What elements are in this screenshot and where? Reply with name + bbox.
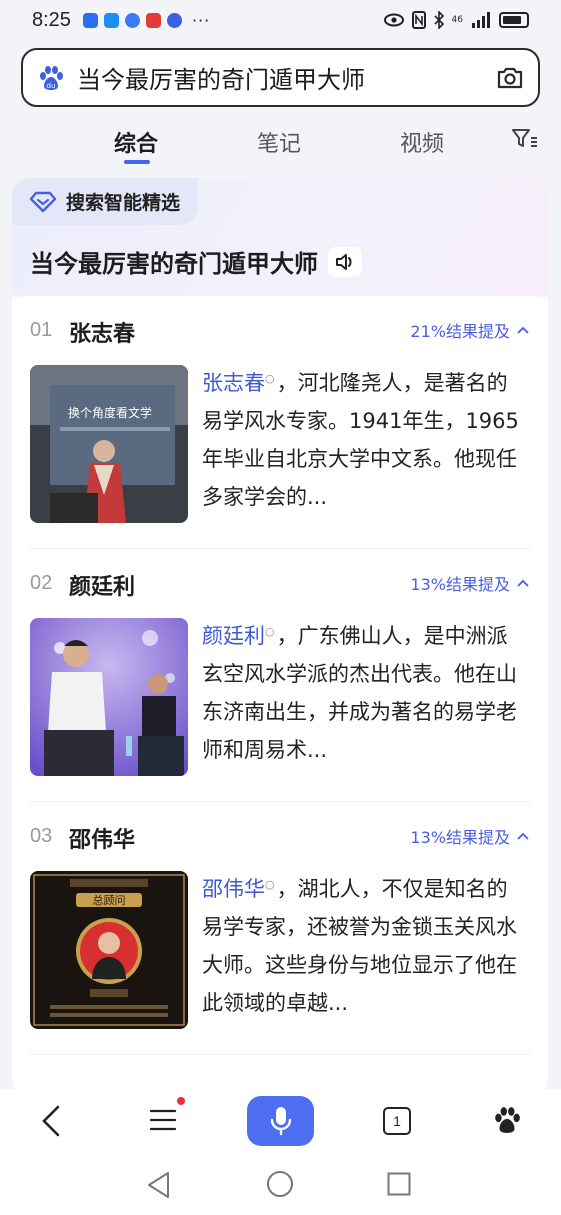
result-name[interactable]: 张志春	[69, 316, 135, 348]
entity-link[interactable]: 张志春	[202, 371, 265, 395]
search-box[interactable]: du 当今最厉害的奇门遁甲大师	[21, 48, 540, 107]
speaker-button[interactable]	[328, 246, 362, 277]
status-bar: 8:25 ··· 46	[0, 0, 561, 40]
mention-label: 13%结果提及	[410, 575, 510, 594]
bluetooth-icon	[433, 11, 444, 29]
card-title-text: 当今最厉害的奇门遁甲大师	[30, 250, 318, 278]
signal-icon	[472, 12, 490, 28]
network-type-label: 46	[451, 14, 463, 25]
battery-icon	[499, 12, 529, 28]
mention-toggle[interactable]: 21%结果提及	[410, 318, 530, 342]
nfc-icon	[411, 11, 426, 29]
app-notification-icon	[166, 12, 182, 28]
baidu-paw-icon[interactable]	[492, 1105, 522, 1135]
filter-icon[interactable]	[512, 128, 538, 150]
status-time: 8:25	[32, 8, 71, 31]
active-tab-indicator	[124, 160, 150, 164]
result-rank: 02	[30, 572, 53, 594]
tabs-count-button[interactable]: 1	[383, 1107, 411, 1135]
thumb-caption: 换个角度看文学	[68, 405, 152, 420]
app-notification-icon	[103, 12, 119, 28]
tab-notes[interactable]: 笔记	[257, 126, 301, 158]
result-header: 01 张志春 21%结果提及	[30, 316, 530, 348]
svg-text:du: du	[47, 82, 56, 90]
tab-videos[interactable]: 视频	[400, 126, 444, 158]
ai-badge: 搜索智能精选	[12, 178, 199, 225]
lecture-photo: 换个角度看文学	[30, 365, 188, 523]
divider	[30, 1054, 530, 1055]
menu-icon[interactable]	[150, 1109, 176, 1131]
chevron-up-icon	[517, 832, 529, 840]
app-notification-icon	[124, 12, 140, 28]
app-notification-icon	[82, 12, 98, 28]
microphone-icon	[270, 1107, 291, 1136]
entity-link[interactable]: 邵伟华	[202, 877, 265, 901]
card-title: 当今最厉害的奇门遁甲大师	[30, 244, 362, 279]
baidu-paw-icon: du	[40, 65, 63, 90]
result-rank: 01	[30, 319, 53, 341]
back-arrow-icon[interactable]	[40, 1105, 64, 1137]
search-small-icon[interactable]: ○	[265, 372, 275, 385]
notification-dot	[177, 1097, 185, 1105]
bottom-toolbar: 1	[0, 1089, 561, 1151]
search-small-icon[interactable]: ○	[265, 878, 275, 891]
results-panel: 01 张志春 21%结果提及 换个角度看文学 张志春○，河北隆尧人，是著名的易学…	[12, 296, 548, 1098]
mention-toggle[interactable]: 13%结果提及	[410, 571, 530, 595]
invitation-poster: 总顾问	[30, 871, 188, 1029]
ai-badge-label: 搜索智能精选	[66, 192, 181, 214]
system-nav-bar	[0, 1151, 561, 1215]
nav-back-icon[interactable]	[146, 1171, 172, 1199]
result-header: 02 颜廷利 13%结果提及	[30, 569, 530, 601]
mention-label: 13%结果提及	[410, 828, 510, 847]
tab-all[interactable]: 综合	[114, 126, 158, 158]
search-tabs: 综合 笔记 视频	[0, 118, 561, 168]
voice-search-button[interactable]	[247, 1096, 314, 1146]
result-item[interactable]: 03 邵伟华 13%结果提及 总顾问 邵伟华○，湖北人，不仅是知名的易学专家，还…	[30, 802, 530, 1055]
more-notifications-icon: ···	[191, 10, 211, 30]
speaker-icon	[336, 253, 352, 270]
camera-icon[interactable]	[496, 66, 524, 90]
diamond-icon	[30, 191, 56, 212]
result-description: 邵伟华○，湖北人，不仅是知名的易学专家，还被誉为金锁玉关风水大师。这些身份与地位…	[202, 866, 528, 1022]
result-thumbnail[interactable]: 换个角度看文学	[30, 365, 188, 523]
chevron-up-icon	[517, 579, 529, 587]
eye-icon	[383, 13, 404, 27]
result-item[interactable]: 01 张志春 21%结果提及 换个角度看文学 张志春○，河北隆尧人，是著名的易学…	[30, 296, 530, 549]
mention-label: 21%结果提及	[410, 322, 510, 341]
result-description: 张志春○，河北隆尧人，是著名的易学风水专家。1941年生，1965年毕业自北京大…	[202, 360, 528, 516]
result-description: 颜廷利○，广东佛山人，是中洲派玄空风水学派的杰出代表。他在山东济南出生，并成为著…	[202, 613, 528, 769]
nav-recents-icon[interactable]	[387, 1172, 411, 1196]
app-notification-icon	[145, 12, 161, 28]
seated-man-photo	[30, 618, 188, 776]
mention-toggle[interactable]: 13%结果提及	[410, 824, 530, 848]
result-item[interactable]: 02 颜廷利 13%结果提及 颜廷利○，广东佛山人，是中洲派玄空风水学派的杰出代…	[30, 549, 530, 802]
result-thumbnail[interactable]: 总顾问	[30, 871, 188, 1029]
result-rank: 03	[30, 825, 53, 847]
result-name[interactable]: 邵伟华	[69, 822, 135, 854]
result-name[interactable]: 颜廷利	[69, 569, 135, 601]
entity-link[interactable]: 颜廷利	[202, 624, 265, 648]
search-input[interactable]: 当今最厉害的奇门遁甲大师	[77, 60, 496, 95]
search-small-icon[interactable]: ○	[265, 625, 275, 638]
result-thumbnail[interactable]	[30, 618, 188, 776]
thumb-caption: 总顾问	[93, 893, 126, 907]
result-header: 03 邵伟华 13%结果提及	[30, 822, 530, 854]
chevron-up-icon	[517, 326, 529, 334]
nav-home-icon[interactable]	[266, 1170, 294, 1198]
ai-summary-card: 搜索智能精选 当今最厉害的奇门遁甲大师 01 张志春 21%结果提及 换个角度看…	[12, 178, 548, 1098]
